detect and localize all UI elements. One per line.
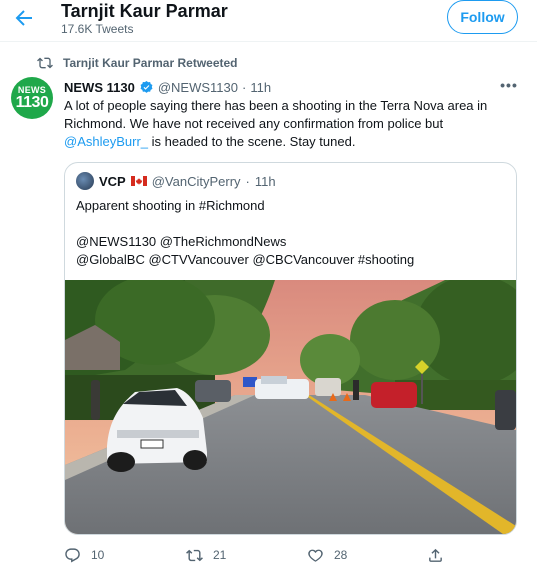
tweet-author-handle[interactable]: @NEWS1130 (158, 80, 238, 95)
avatar-text-bottom: 1130 (15, 93, 49, 111)
share-button[interactable] (427, 545, 444, 565)
separator-dot: · (245, 173, 250, 189)
retweet-icon (186, 549, 203, 561)
profile-header: Tarnjit Kaur Parmar 17.6K Tweets Follow (0, 0, 537, 42)
reply-icon (65, 547, 80, 562)
retweet-context: Tarnjit Kaur Parmar Retweeted (37, 54, 238, 72)
tweet-timestamp[interactable]: 11h (250, 80, 271, 95)
reply-button[interactable]: 10 (64, 545, 104, 565)
tweet-author-name[interactable]: NEWS 1130 (64, 80, 135, 95)
quoted-text-line: @GlobalBC @CTVVancouver @CBCVancouver #s… (76, 252, 415, 267)
canada-flag-icon (130, 176, 147, 186)
vcp-avatar (76, 172, 94, 190)
follow-button[interactable]: Follow (447, 0, 518, 34)
tweet-text-part-2: is headed to the scene. Stay tuned. (148, 134, 356, 149)
retweet-count: 21 (213, 548, 227, 562)
tweet-count: 17.6K Tweets (61, 22, 134, 36)
quoted-text-line (76, 215, 506, 233)
separator-dot: · (241, 79, 247, 95)
retweet-button[interactable]: 21 (186, 545, 226, 565)
retweet-context-label: Tarnjit Kaur Parmar Retweeted (63, 56, 238, 70)
quoted-author-handle: @VanCityPerry (151, 173, 241, 189)
verified-badge-icon (140, 80, 153, 93)
news1130-avatar[interactable]: NEWS 1130 (11, 77, 53, 119)
like-button[interactable]: 28 (307, 545, 347, 565)
mention-link[interactable]: @AshleyBurr_ (64, 134, 148, 149)
heart-icon (308, 549, 323, 562)
quoted-tweet-header: VCP @VanCityPerry · 11h (76, 172, 276, 190)
tweet-actions: 10 21 28 (64, 545, 464, 565)
street-photo[interactable] (65, 280, 516, 534)
arrow-left-icon (15, 10, 32, 26)
tweet-header: NEWS 1130 @NEWS1130 · 11h (64, 78, 271, 96)
quoted-tweet-text: Apparent shooting in #Richmond @NEWS1130… (76, 197, 506, 269)
share-icon (429, 548, 442, 562)
quoted-text-line: @NEWS1130 @TheRichmondNews (76, 234, 287, 249)
quoted-text-line: Apparent shooting in #Richmond (76, 198, 265, 213)
more-options-button[interactable]: ••• (500, 77, 518, 94)
retweet-icon (37, 57, 53, 69)
tweet-text: A lot of people saying there has been a … (64, 97, 524, 151)
tweet-text-part-1: A lot of people saying there has been a … (64, 98, 488, 131)
like-count: 28 (334, 548, 348, 562)
quoted-timestamp: 11h (254, 173, 276, 189)
quoted-tweet[interactable]: VCP @VanCityPerry · 11h Apparent shootin… (64, 162, 517, 535)
profile-name: Tarnjit Kaur Parmar (61, 1, 228, 21)
back-button[interactable] (12, 6, 36, 30)
more-icon: ••• (500, 77, 518, 93)
quoted-author-name: VCP (99, 173, 126, 189)
reply-count: 10 (91, 548, 105, 562)
